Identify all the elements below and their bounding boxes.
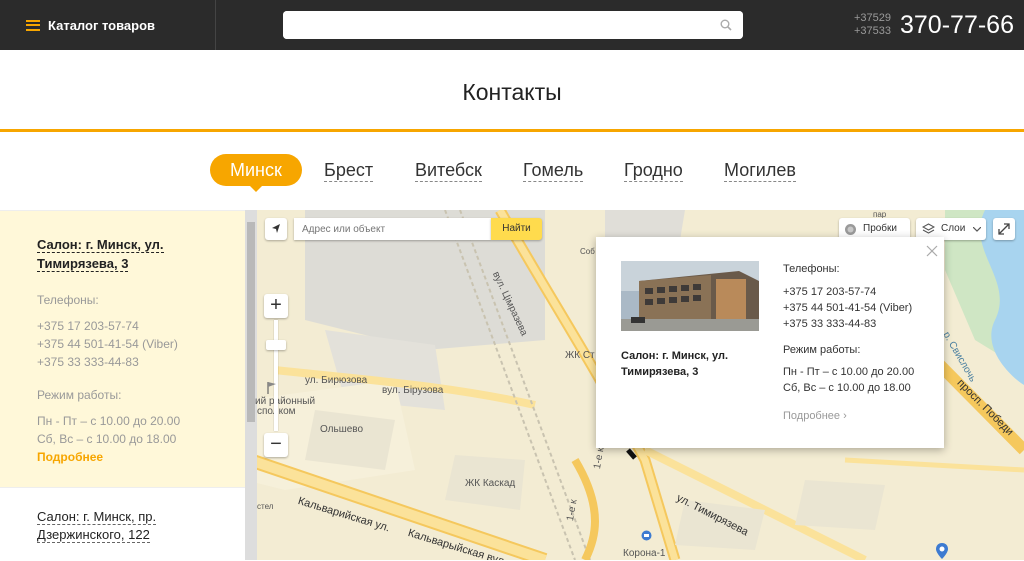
flag-icon [267,382,276,394]
traffic-icon [845,224,856,235]
catalog-label: Каталог товаров [48,17,156,33]
map-address-input[interactable] [294,218,491,240]
map-street-label: ул. Бирюзова [305,375,368,386]
location-arrow-icon [272,224,280,233]
tab-label: Могилев [724,160,796,182]
tab-label: Гомель [523,160,584,182]
shop-icon [641,530,652,541]
store-marker-icon[interactable] [936,543,948,559]
phones-label: Телефоны: [37,293,99,307]
balloon-more-link[interactable]: Подробнее › [783,410,847,422]
salon-card[interactable]: Салон: г. Минск, пр. Дзержинского, 122 [0,487,245,561]
map-info-balloon: Салон: г. Минск, ул. Тимирязева, 3 Телеф… [596,237,944,448]
map-poi-label: Соб [580,247,595,256]
balloon-hours: Сб, Вс – с 10.00 до 18.00 [783,382,911,394]
map-poi-label: стел [257,502,274,511]
zoom-slider-handle[interactable] [266,340,286,350]
phone-code: +37529 [854,12,892,24]
salon-photo [621,261,759,331]
map-find-button[interactable]: Найти [491,218,542,240]
map-scrollbar[interactable] [245,210,257,560]
search-icon[interactable] [720,19,732,31]
close-icon[interactable] [926,245,938,257]
phone-line: +375 17 203-57-74 [37,319,139,333]
search-box [283,11,743,39]
hours-line: Сб, Вс – с 10.00 до 18.00 [37,432,177,446]
map-poi-label: ЖК Каскад [465,478,516,489]
hours-line: Пн - Пт – с 10.00 до 20.00 [37,414,181,428]
salon-card-active[interactable]: Салон: г. Минск, ул. Тимирязева, 3 Телеф… [0,211,245,487]
balloon-phone: +375 17 203-57-74 [783,286,877,298]
phone-line: +375 44 501-41-54 (Viber) [37,337,178,351]
traffic-label: Пробки [863,223,897,234]
balloon-hours-label: Режим работы: [783,344,861,356]
page-title: Контакты [462,79,562,105]
more-link[interactable]: Подробнее [37,450,225,464]
top-bar: Каталог товаров +37529 +37533 370-77-66 [0,0,1024,50]
map-poi-label: Корона-1 [623,548,666,559]
balloon-hours: Пн - Пт – с 10.00 до 20.00 [783,366,915,378]
salon-title[interactable]: Салон: г. Минск, пр. Дзержинского, 122 [37,508,225,544]
title-section: Контакты [0,50,1024,132]
phone-code: +37533 [854,25,892,37]
tab-label: Витебск [415,160,482,182]
fullscreen-button[interactable] [993,218,1015,240]
map-district-label: Ольшево [320,424,364,435]
salon-list: Салон: г. Минск, ул. Тимирязева, 3 Телеф… [0,210,245,561]
balloon-salon-title: Салон: г. Минск, ул. Тимирязева, 3 [621,350,729,378]
zoom-slider-track[interactable] [274,320,278,431]
tab-vitebsk[interactable]: Витебск [415,154,482,186]
search-input[interactable] [283,11,743,39]
catalog-menu-button[interactable]: Каталог товаров [0,0,216,50]
layers-icon [922,223,935,234]
layers-label: Слои [941,223,966,234]
tab-gomel[interactable]: Гомель [523,154,584,186]
tab-label: Минск [230,160,282,180]
tab-mogilev[interactable]: Могилев [724,154,796,186]
tab-minsk[interactable]: Минск [210,154,302,192]
zoom-out-button[interactable]: − [264,433,288,457]
phone-number[interactable]: 370-77-66 [900,10,1014,40]
tab-brest[interactable]: Брест [324,154,374,186]
hamburger-icon [26,19,40,31]
city-tabs: Минск Брест Витебск Гомель Гродно Могиле… [0,154,1024,192]
balloon-phone: +375 44 501-41-54 (Viber) [783,302,913,314]
map-poi-label: ЖК Ст [565,350,595,361]
tab-grodno[interactable]: Гродно [624,154,683,186]
expand-icon [998,223,1010,235]
balloon-phones-label: Телефоны: [783,263,840,275]
phone-line: +375 33 333-44-83 [37,355,139,369]
tab-label: Гродно [624,160,683,182]
chevron-down-icon [973,227,981,232]
phone-codes: +37529 +37533 [854,12,891,38]
salon-title[interactable]: Салон: г. Минск, ул. Тимирязева, 3 [37,235,225,273]
balloon-phone: +375 33 333-44-83 [783,318,877,330]
map[interactable]: ул. Бирюзова вул. Бірузова вул. Цімразев… [245,210,1024,560]
hours-label: Режим работы: [37,388,122,402]
zoom-in-button[interactable]: + [264,294,288,318]
scrollbar-thumb[interactable] [247,222,255,422]
tab-label: Брест [324,160,374,182]
geolocation-button[interactable] [265,218,287,240]
map-street-label: вул. Бірузова [382,385,444,396]
